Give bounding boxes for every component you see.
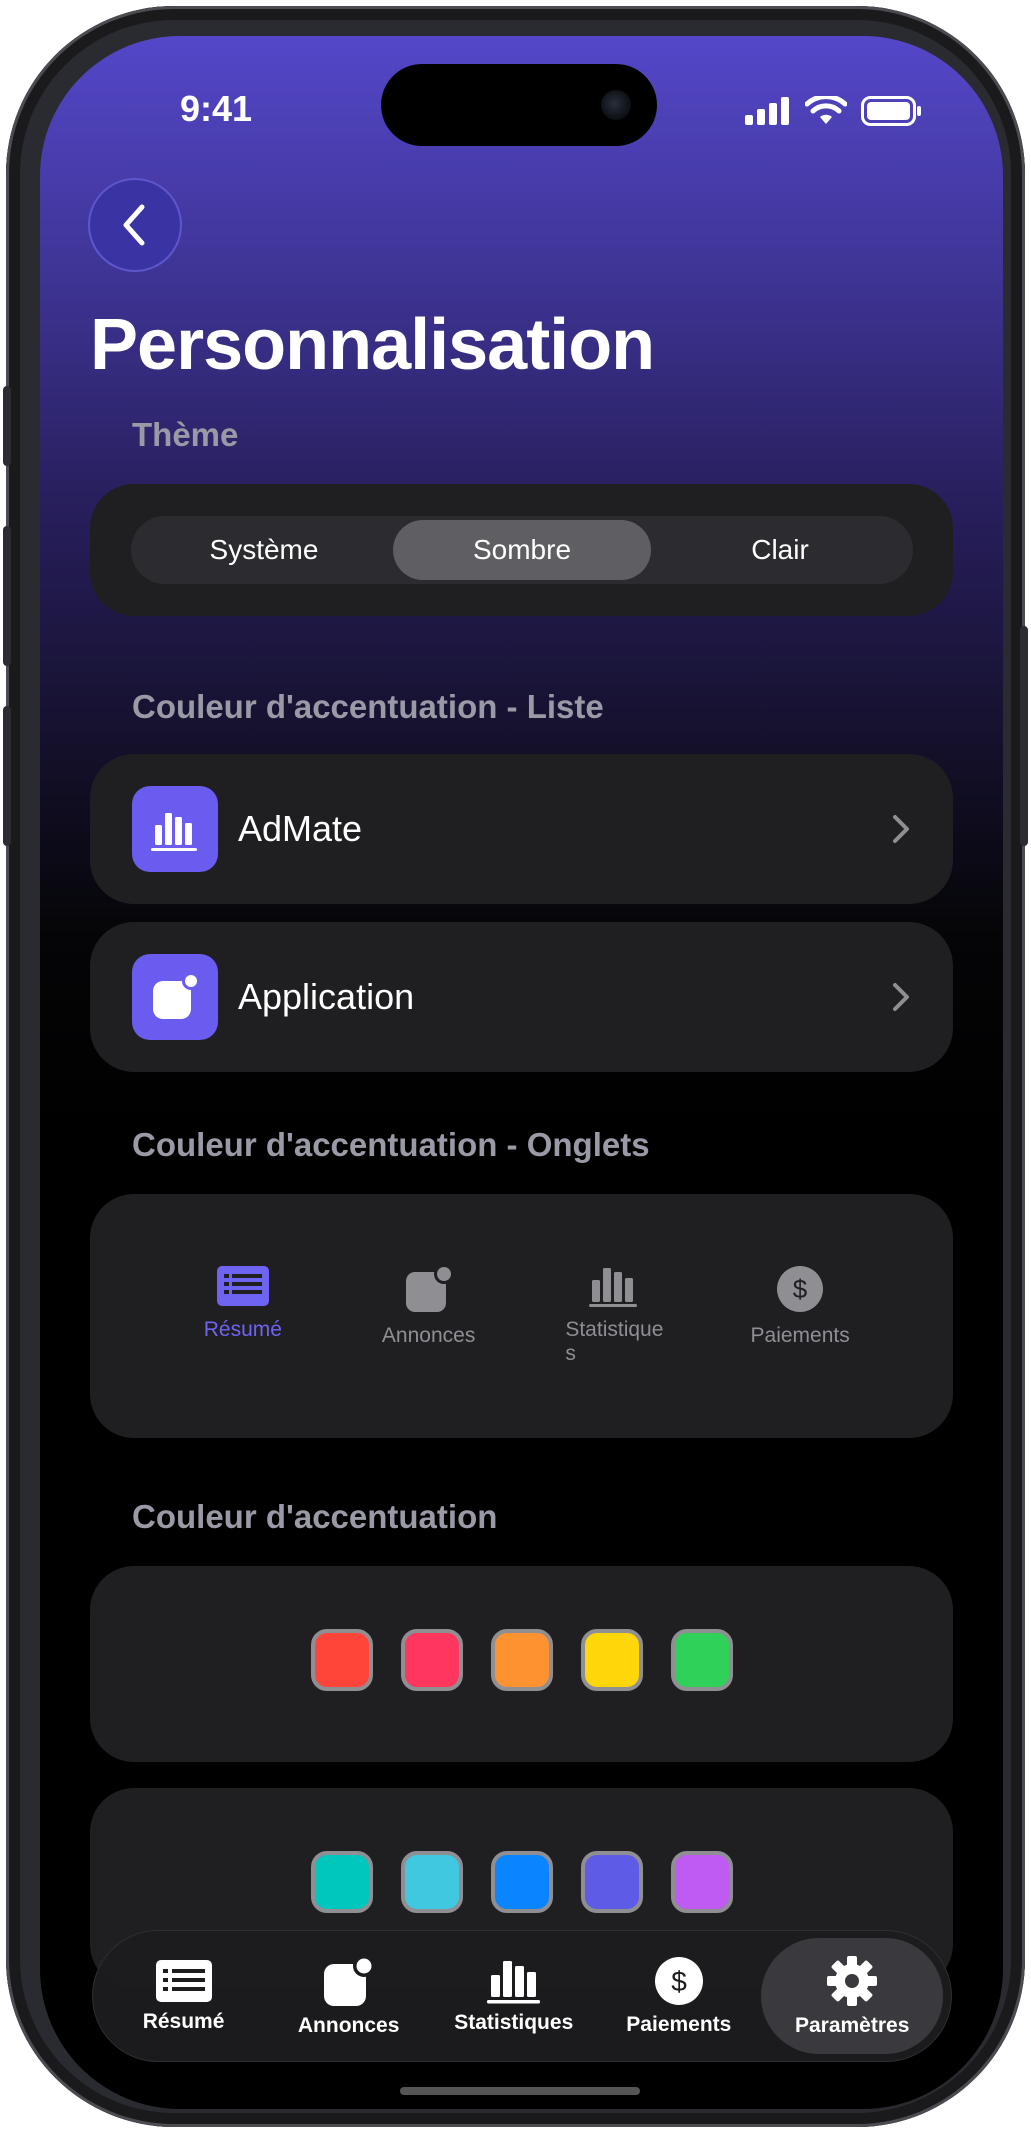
tab-preview-annonces[interactable]: Annonces <box>354 1264 504 1348</box>
tab-preview-paiements[interactable]: $ Paiements <box>725 1264 875 1348</box>
tab-preview-label: Annonces <box>381 1324 476 1347</box>
color-swatch[interactable] <box>310 1629 373 1691</box>
theme-card: Système Sombre Clair <box>90 484 953 616</box>
accent-list-row-application[interactable]: Application <box>90 922 953 1072</box>
home-indicator <box>400 2087 640 2095</box>
tab-label: Résumé <box>142 2010 225 2033</box>
tab-resume[interactable]: Résumé <box>101 1938 266 2054</box>
dollar-icon: $ <box>777 1266 824 1312</box>
theme-option-dark[interactable]: Sombre <box>393 520 651 580</box>
back-button[interactable] <box>88 178 182 272</box>
accent-list-section-label: Couleur d'accentuation - Liste <box>132 688 604 725</box>
color-swatch[interactable] <box>580 1851 643 1913</box>
wifi-icon <box>805 96 847 124</box>
phone-frame: 9:41 Personnalisation Thème Système Somb… <box>3 6 1028 2127</box>
color-swatch[interactable] <box>400 1629 463 1691</box>
color-swatch[interactable] <box>670 1851 733 1913</box>
accent-list-row-admate[interactable]: AdMate <box>90 754 953 904</box>
chart-bars-icon <box>132 786 218 872</box>
accent-tabs-card: Résumé Annonces Statistique s $ Paiement… <box>90 1194 953 1438</box>
tab-preview-label: Statistique s <box>565 1318 664 1365</box>
color-swatch[interactable] <box>490 1851 553 1913</box>
tab-preview-resume[interactable]: Résumé <box>168 1264 318 1342</box>
status-icons <box>745 96 923 126</box>
tab-label: Statistiques <box>454 2011 574 2034</box>
tab-statistiques[interactable]: Statistiques <box>431 1938 596 2054</box>
svg-text:$: $ <box>793 1274 808 1304</box>
dollar-icon: $ <box>654 1957 703 2005</box>
color-swatch[interactable] <box>310 1851 373 1913</box>
theme-segmented-control: Système Sombre Clair <box>131 516 913 584</box>
tab-paiements[interactable]: $ Paiements <box>596 1938 761 2054</box>
accent-tabs-section-label: Couleur d'accentuation - Onglets <box>132 1126 650 1163</box>
page-title: Personnalisation <box>90 305 655 385</box>
list-icon <box>216 1266 269 1306</box>
tab-preview-label: Paiements <box>750 1324 850 1347</box>
theme-section-label: Thème <box>132 416 239 453</box>
chevron-right-icon <box>893 983 909 1011</box>
color-swatch[interactable] <box>670 1629 733 1691</box>
color-swatch[interactable] <box>400 1851 463 1913</box>
color-swatch[interactable] <box>580 1629 643 1691</box>
gear-icon <box>827 1956 878 2006</box>
app-badge-icon <box>132 954 218 1040</box>
status-time: 9:41 <box>180 88 253 129</box>
tab-bar: Résumé Annonces Statistiques $ Paiements… <box>92 1930 952 2062</box>
accent-color-section-label: Couleur d'accentuation <box>132 1498 498 1535</box>
app-badge-icon <box>323 1955 375 2006</box>
chevron-right-icon <box>893 815 909 843</box>
tab-label: Paiements <box>626 2013 732 2036</box>
accent-color-card-1 <box>90 1566 953 1762</box>
tab-parametres[interactable]: Paramètres <box>761 1938 943 2054</box>
list-icon <box>155 1960 212 2002</box>
dynamic-island <box>381 64 657 146</box>
theme-option-system[interactable]: Système <box>135 520 393 580</box>
signal-icon <box>745 97 789 125</box>
camera-icon <box>601 90 631 120</box>
screen: 9:41 Personnalisation Thème Système Somb… <box>40 36 1003 2109</box>
svg-text:$: $ <box>671 1966 687 1997</box>
chart-bars-icon <box>486 1961 540 2004</box>
app-badge-icon <box>405 1264 454 1312</box>
tab-label: Annonces <box>297 2014 400 2037</box>
tab-label: Paramètres <box>794 2014 910 2037</box>
theme-option-light[interactable]: Clair <box>651 520 909 580</box>
chevron-left-icon <box>123 204 145 246</box>
tab-annonces[interactable]: Annonces <box>266 1938 431 2054</box>
battery-icon <box>861 96 921 126</box>
color-swatch[interactable] <box>490 1629 553 1691</box>
accent-list-row-label: Application <box>238 976 415 1017</box>
chart-bars-icon <box>589 1268 638 1307</box>
tab-preview-label: Résumé <box>203 1318 282 1341</box>
tab-preview-statistiques[interactable]: Statistique s <box>539 1264 689 1366</box>
accent-list-row-label: AdMate <box>238 808 363 849</box>
